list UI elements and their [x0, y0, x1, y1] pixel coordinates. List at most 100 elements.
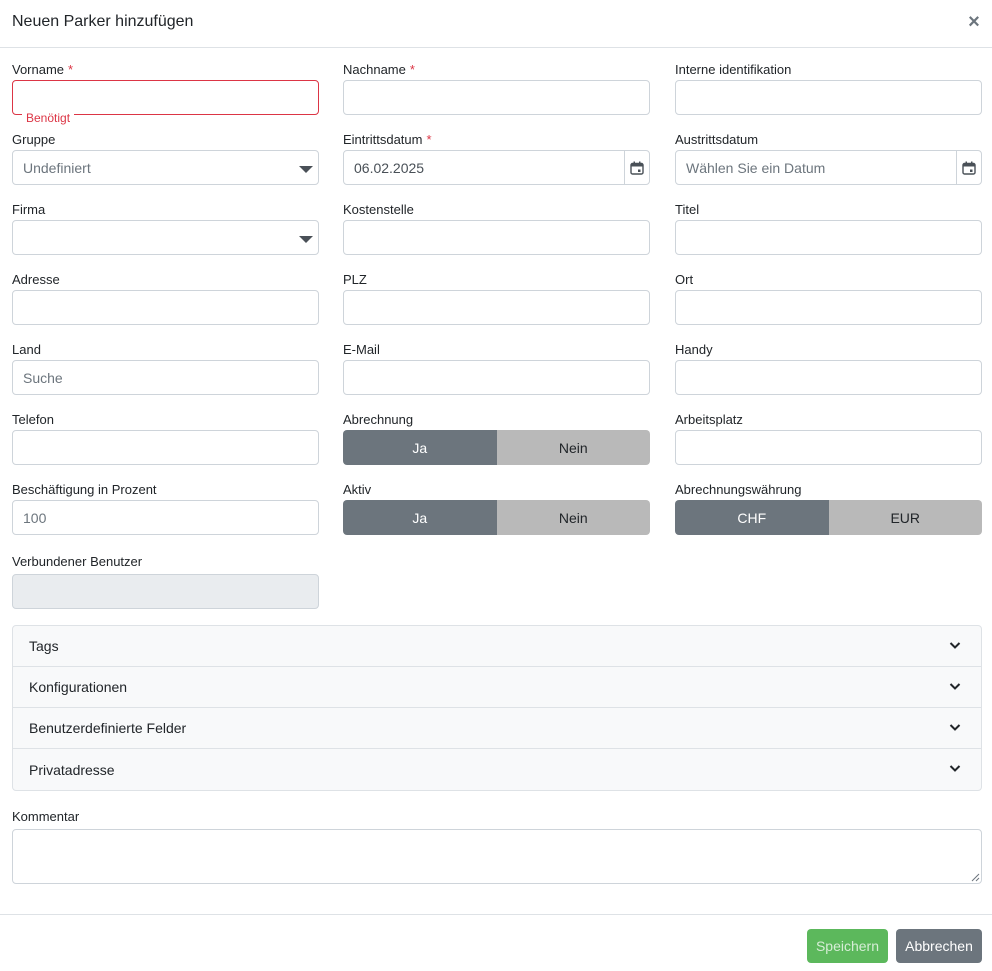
- modal-footer: Speichern Abbrechen: [0, 914, 992, 971]
- aktiv-label: Aktiv: [343, 482, 372, 497]
- eintrittsdatum-value: 06.02.2025: [354, 159, 425, 176]
- handy-input[interactable]: [675, 360, 982, 395]
- austrittsdatum-field: Austrittsdatum Wählen Sie ein Datum: [675, 132, 982, 185]
- accordion-label: Tags: [29, 638, 59, 654]
- kostenstelle-label: Kostenstelle: [343, 202, 414, 217]
- accordion-item-tags[interactable]: Tags: [13, 626, 981, 667]
- abrechnung-ja-button[interactable]: Ja: [343, 430, 497, 465]
- aktiv-ja-button[interactable]: Ja: [343, 500, 497, 535]
- plz-input[interactable]: [343, 290, 650, 325]
- gruppe-field: Gruppe Undefiniert: [12, 132, 319, 185]
- resize-grip-icon[interactable]: [970, 872, 980, 882]
- handy-field: Handy: [675, 342, 982, 395]
- modal-title: Neuen Parker hinzufügen: [12, 13, 194, 30]
- abrechnung-nein-button[interactable]: Nein: [496, 430, 650, 465]
- calendar-icon[interactable]: [624, 151, 649, 184]
- adresse-input[interactable]: [12, 290, 319, 325]
- adresse-field: Adresse: [12, 272, 319, 325]
- ort-field: Ort: [675, 272, 982, 325]
- chevron-down-icon: [949, 724, 961, 731]
- cancel-button[interactable]: Abbrechen: [896, 929, 982, 963]
- waehrung-label: Abrechnungswährung: [675, 482, 802, 497]
- austrittsdatum-label: Austrittsdatum: [675, 132, 759, 147]
- verbundener-benutzer-field: Verbundener Benutzer: [12, 554, 319, 609]
- plz-field: PLZ: [343, 272, 650, 325]
- telefon-input[interactable]: [12, 430, 319, 465]
- kommentar-textarea[interactable]: [12, 829, 982, 884]
- aktiv-field: Aktiv Ja Nein: [343, 482, 650, 535]
- waehrung-eur-button[interactable]: EUR: [828, 500, 982, 535]
- land-placeholder: Suche: [23, 369, 63, 386]
- nachname-field: Nachname *: [343, 62, 650, 115]
- kostenstelle-field: Kostenstelle: [343, 202, 650, 255]
- firma-select[interactable]: [12, 220, 319, 255]
- austrittsdatum-input[interactable]: Wählen Sie ein Datum: [675, 150, 982, 185]
- vorname-field: Vorname * Benötigt: [12, 62, 319, 125]
- abrechnung-label: Abrechnung: [343, 412, 414, 427]
- ort-label: Ort: [675, 272, 694, 287]
- required-mark: *: [68, 62, 74, 77]
- eintrittsdatum-field: Eintrittsdatum * 06.02.2025: [343, 132, 650, 185]
- interne-id-field: Interne identifikation: [675, 62, 982, 115]
- austrittsdatum-placeholder: Wählen Sie ein Datum: [686, 159, 826, 176]
- handy-label: Handy: [675, 342, 713, 357]
- gruppe-select[interactable]: Undefiniert: [12, 150, 319, 185]
- land-field: Land Suche: [12, 342, 319, 395]
- chevron-down-icon: [949, 765, 961, 772]
- vorname-label: Vorname: [12, 62, 65, 77]
- eintrittsdatum-label: Eintrittsdatum: [343, 132, 423, 147]
- beschaeftigung-field: Beschäftigung in Prozent 100: [12, 482, 319, 535]
- chevron-down-icon: [949, 642, 961, 649]
- chevron-down-icon: [949, 683, 961, 690]
- titel-field: Titel: [675, 202, 982, 255]
- calendar-icon[interactable]: [956, 151, 981, 184]
- arbeitsplatz-input[interactable]: [675, 430, 982, 465]
- email-input[interactable]: [343, 360, 650, 395]
- beschaeftigung-input[interactable]: 100: [12, 500, 319, 535]
- required-mark: *: [426, 132, 432, 147]
- interne-id-label: Interne identifikation: [675, 62, 792, 77]
- accordion-item-konfigurationen[interactable]: Konfigurationen: [13, 667, 981, 708]
- close-icon[interactable]: ×: [964, 12, 984, 32]
- interne-id-input[interactable]: [675, 80, 982, 115]
- beschaeftigung-label: Beschäftigung in Prozent: [12, 482, 157, 497]
- titel-label: Titel: [675, 202, 700, 217]
- firma-field: Firma: [12, 202, 319, 255]
- accordion-item-benutzerdefinierte-felder[interactable]: Benutzerdefinierte Felder: [13, 708, 981, 749]
- waehrung-toggle: CHF EUR: [675, 500, 982, 535]
- kommentar-label: Kommentar: [12, 809, 80, 824]
- email-field: E-Mail: [343, 342, 650, 395]
- required-mark: *: [409, 62, 415, 77]
- caret-down-icon: [299, 236, 313, 243]
- vorname-input[interactable]: [12, 80, 319, 115]
- kommentar-field: Kommentar: [12, 809, 982, 884]
- aktiv-toggle: Ja Nein: [343, 500, 650, 535]
- beschaeftigung-placeholder: 100: [23, 509, 47, 526]
- arbeitsplatz-label: Arbeitsplatz: [675, 412, 743, 427]
- nachname-input[interactable]: [343, 80, 650, 115]
- waehrung-field: Abrechnungswährung CHF EUR: [675, 482, 982, 535]
- abrechnung-toggle: Ja Nein: [343, 430, 650, 465]
- kostenstelle-input[interactable]: [343, 220, 650, 255]
- save-button[interactable]: Speichern: [807, 929, 888, 963]
- accordion-item-privatadresse[interactable]: Privatadresse: [13, 749, 981, 790]
- gruppe-selected: Undefiniert: [23, 159, 91, 176]
- arbeitsplatz-field: Arbeitsplatz: [675, 412, 982, 465]
- aktiv-nein-button[interactable]: Nein: [496, 500, 650, 535]
- accordion: Tags Konfigurationen Benutzerdefinierte …: [12, 625, 982, 791]
- eintrittsdatum-input[interactable]: 06.02.2025: [343, 150, 650, 185]
- telefon-label: Telefon: [12, 412, 54, 427]
- adresse-label: Adresse: [12, 272, 60, 287]
- ort-input[interactable]: [675, 290, 982, 325]
- firma-label: Firma: [12, 202, 46, 217]
- email-label: E-Mail: [343, 342, 380, 357]
- titel-input[interactable]: [675, 220, 982, 255]
- accordion-label: Konfigurationen: [29, 679, 128, 695]
- gruppe-label: Gruppe: [12, 132, 56, 147]
- verbundener-benutzer-label: Verbundener Benutzer: [12, 554, 143, 569]
- verbundener-benutzer-input: [12, 574, 319, 609]
- plz-label: PLZ: [343, 272, 367, 287]
- waehrung-chf-button[interactable]: CHF: [675, 500, 829, 535]
- vorname-error: Benötigt: [22, 111, 75, 125]
- land-search-input[interactable]: Suche: [12, 360, 319, 395]
